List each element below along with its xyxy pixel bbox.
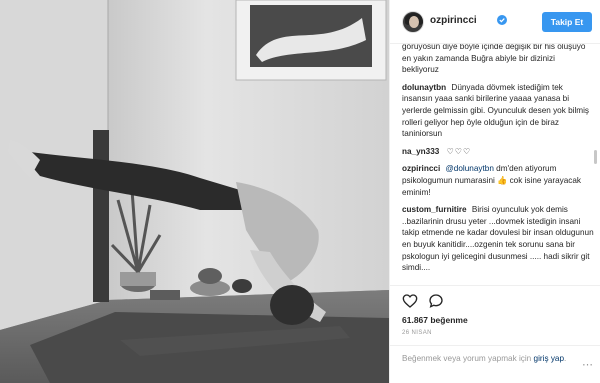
post-date: 26 nisan [402, 330, 432, 336]
comment-username[interactable]: ozpirincci [402, 164, 440, 173]
heart-icon[interactable] [402, 293, 418, 309]
comment-item: görüyosun diye böyle içinde değişik bir … [402, 44, 594, 76]
login-link[interactable]: giriş yap [534, 354, 565, 363]
comment-item: custom_furnitire Birisi oyunculuk yok de… [402, 204, 594, 274]
comment-text: görüyosun diye böyle içinde değişik bir … [402, 44, 586, 75]
comment-list[interactable]: görüyosun diye böyle içinde değişik bir … [402, 44, 594, 284]
post-side-panel: ozpirincci Takip Et görüyosun diye böyle… [389, 0, 600, 383]
avatar-face [409, 16, 419, 28]
comments-scrollbar[interactable] [594, 150, 597, 164]
avatar[interactable] [402, 11, 424, 33]
likes-count[interactable]: 61.867 beğenme [402, 315, 468, 325]
post-header: ozpirincci Takip Et [390, 0, 600, 44]
comment-item: ozpirincci @dolunaytbn dm'den atiyorum p… [402, 163, 594, 198]
comment-text: ♡♡♡ [446, 146, 472, 156]
post-photo[interactable] [0, 0, 389, 383]
comment-bubble-icon[interactable] [428, 293, 444, 309]
comment-item: dolunaytbn Dünyada dövmek istediğim tek … [402, 82, 594, 140]
verified-badge-icon [497, 15, 507, 25]
comment-username[interactable]: na_yn333 [402, 147, 439, 156]
login-prompt-text: Beğenmek veya yorum yapmak için [402, 354, 532, 363]
comment-item: na_yn333 ♡♡♡ [402, 146, 594, 158]
login-prompt-period: . [564, 354, 567, 363]
header-username[interactable]: ozpirincci [430, 15, 477, 26]
add-comment-area: Beğenmek veya yorum yapmak için giriş ya… [390, 345, 600, 383]
login-prompt: Beğenmek veya yorum yapmak için giriş ya… [402, 353, 578, 364]
comment-mention[interactable]: @dolunaytbn [446, 164, 494, 173]
comment-text: Birisi oyunculuk yok demis ..bazilarinin… [402, 205, 594, 273]
post-actions: 61.867 beğenme 26 nisan [390, 285, 600, 345]
comment-username[interactable]: custom_furnitire [402, 205, 467, 214]
yoga-photo-illustration [0, 0, 389, 383]
comment-username[interactable]: dolunaytbn [402, 83, 446, 92]
more-options-icon[interactable]: ⋯ [582, 358, 593, 371]
follow-button[interactable]: Takip Et [542, 12, 592, 32]
